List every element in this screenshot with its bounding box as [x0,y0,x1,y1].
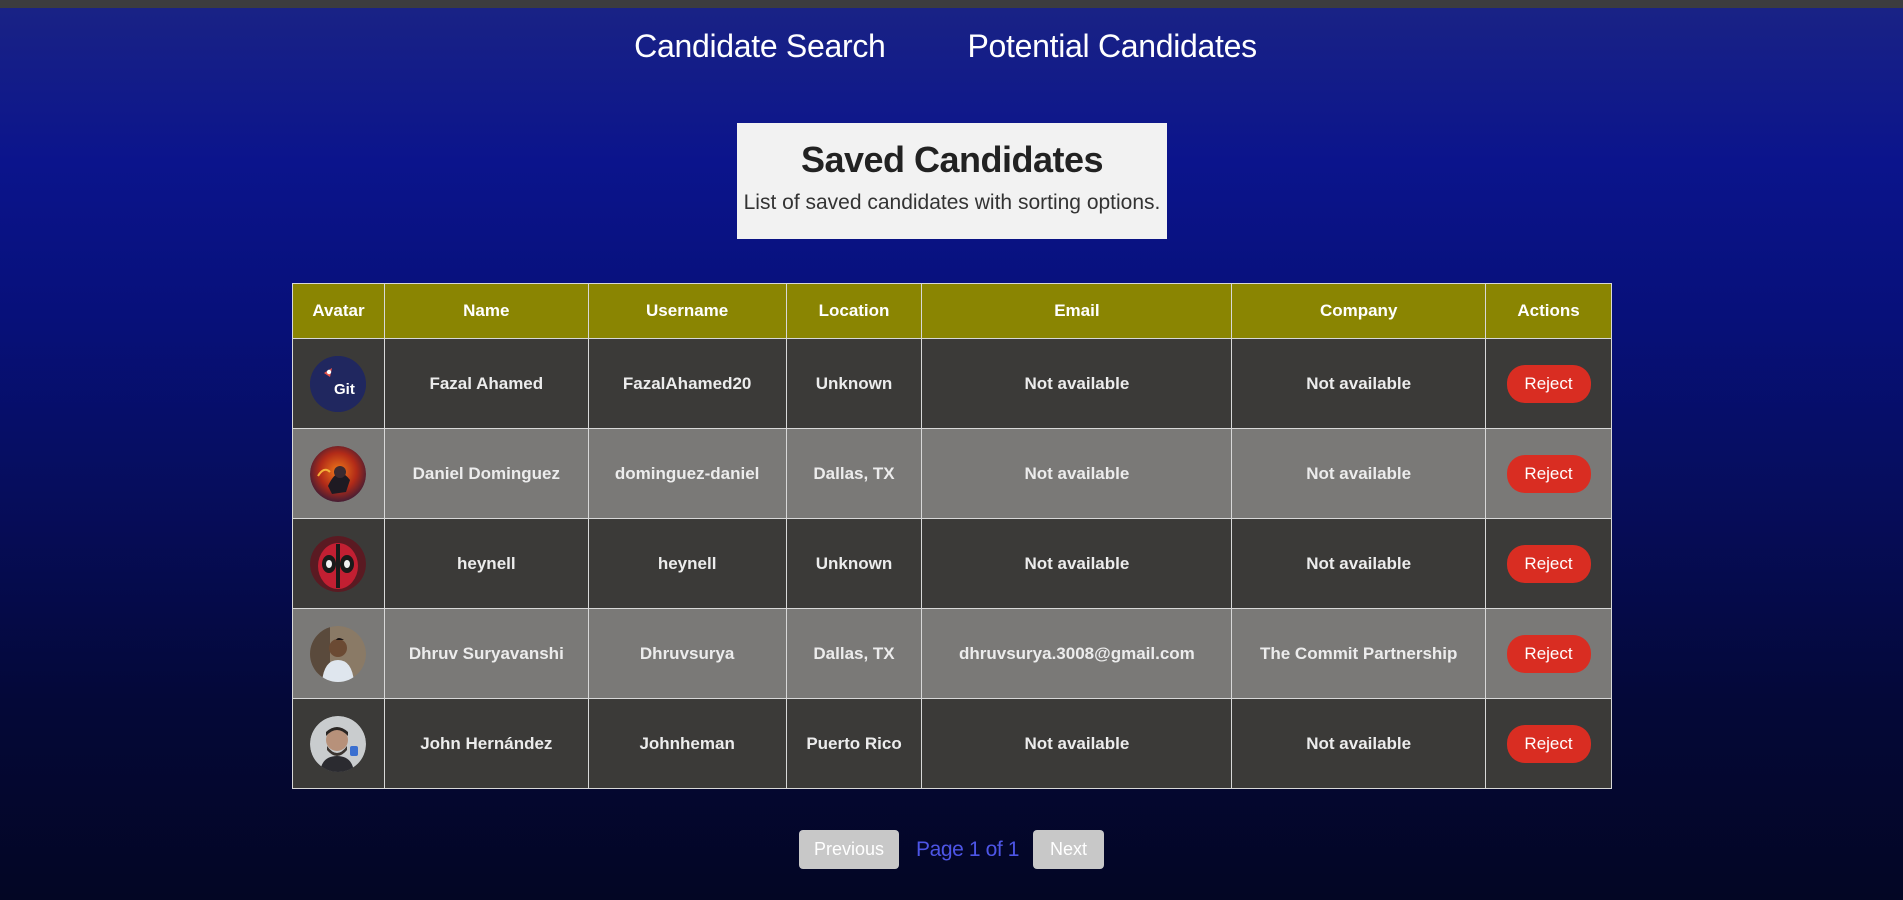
column-header-avatar: Avatar [292,283,385,339]
page-subtitle: List of saved candidates with sorting op… [743,191,1161,214]
reject-button[interactable]: Reject [1506,544,1591,583]
candidate-name: Daniel Dominguez [383,428,589,519]
candidate-username: FazalAhamed20 [587,338,787,429]
candidate-name: Fazal Ahamed [383,338,589,429]
actions-cell: Reject [1485,518,1612,609]
avatar-cell [292,428,385,519]
nav-potential-candidates[interactable]: Potential Candidates [968,28,1258,65]
avatar-cell [292,608,385,699]
candidate-company: The Commit Partnership [1231,608,1487,699]
candidate-location: Dallas, TX [785,428,923,519]
reject-button[interactable]: Reject [1506,724,1591,763]
table-row: Daniel Dominguez dominguez-daniel Dallas… [292,428,1612,519]
avatar-cell: Git [292,338,385,429]
candidate-location: Dallas, TX [785,608,923,699]
candidate-name: Dhruv Suryavanshi [383,608,589,699]
candidate-email: Not available [921,518,1233,609]
reject-button[interactable]: Reject [1506,364,1591,403]
actions-cell: Reject [1485,698,1612,789]
page-info: Page 1 of 1 [915,837,1020,861]
table-header-row: Avatar Name Username Location Email Comp… [292,283,1612,339]
candidate-name: heynell [383,518,589,609]
candidate-company: Not available [1231,518,1487,609]
candidates-table: Avatar Name Username Location Email Comp… [292,283,1612,789]
column-header-username: Username [587,283,787,339]
git-logo-avatar: Git [310,355,367,412]
main-nav: Candidate Search Potential Candidates [0,28,1903,65]
nav-candidate-search[interactable]: Candidate Search [634,28,886,65]
column-header-name: Name [383,283,589,339]
table-row: John Hernández Johnheman Puerto Rico Not… [292,698,1612,789]
deadpool-avatar [310,535,367,592]
candidate-email: Not available [921,428,1233,519]
actions-cell: Reject [1485,608,1612,699]
candidate-name: John Hernández [383,698,589,789]
next-button[interactable]: Next [1033,830,1105,869]
candidate-username: Johnheman [587,698,787,789]
table-row: heynell heynell Unknown Not available No… [292,518,1612,609]
actions-cell: Reject [1485,338,1612,429]
previous-button[interactable]: Previous [798,830,899,869]
candidate-email: dhruvsurya.3008@gmail.com [921,608,1233,699]
illustrated-avatar [310,445,367,502]
candidate-location: Unknown [785,518,923,609]
avatar-cell [292,518,385,609]
reject-button[interactable]: Reject [1506,454,1591,493]
candidate-location: Puerto Rico [785,698,923,789]
candidate-email: Not available [921,338,1233,429]
candidate-username: Dhruvsurya [587,608,787,699]
table-row: Dhruv Suryavanshi Dhruvsurya Dallas, TX … [292,608,1612,699]
candidate-company: Not available [1231,428,1487,519]
column-header-actions: Actions [1485,283,1612,339]
candidate-company: Not available [1231,338,1487,429]
column-header-company: Company [1231,283,1487,339]
candidate-username: dominguez-daniel [587,428,787,519]
candidate-email: Not available [921,698,1233,789]
browser-top-bar [0,0,1903,8]
reject-button[interactable]: Reject [1506,634,1591,673]
page-header: Saved Candidates List of saved candidate… [737,123,1167,239]
candidate-username: heynell [587,518,787,609]
column-header-email: Email [921,283,1233,339]
candidate-company: Not available [1231,698,1487,789]
table-row: Git Fazal Ahamed FazalAhamed20 Unknown N… [292,338,1612,429]
photo-avatar [310,625,367,682]
candidate-location: Unknown [785,338,923,429]
page-title: Saved Candidates [800,139,1104,180]
actions-cell: Reject [1485,428,1612,519]
git-logo-text: Git [334,381,355,398]
pagination: Previous Page 1 of 1 Next [0,830,1903,869]
avatar-cell [292,698,385,789]
column-header-location: Location [785,283,923,339]
photo-avatar [310,715,367,772]
